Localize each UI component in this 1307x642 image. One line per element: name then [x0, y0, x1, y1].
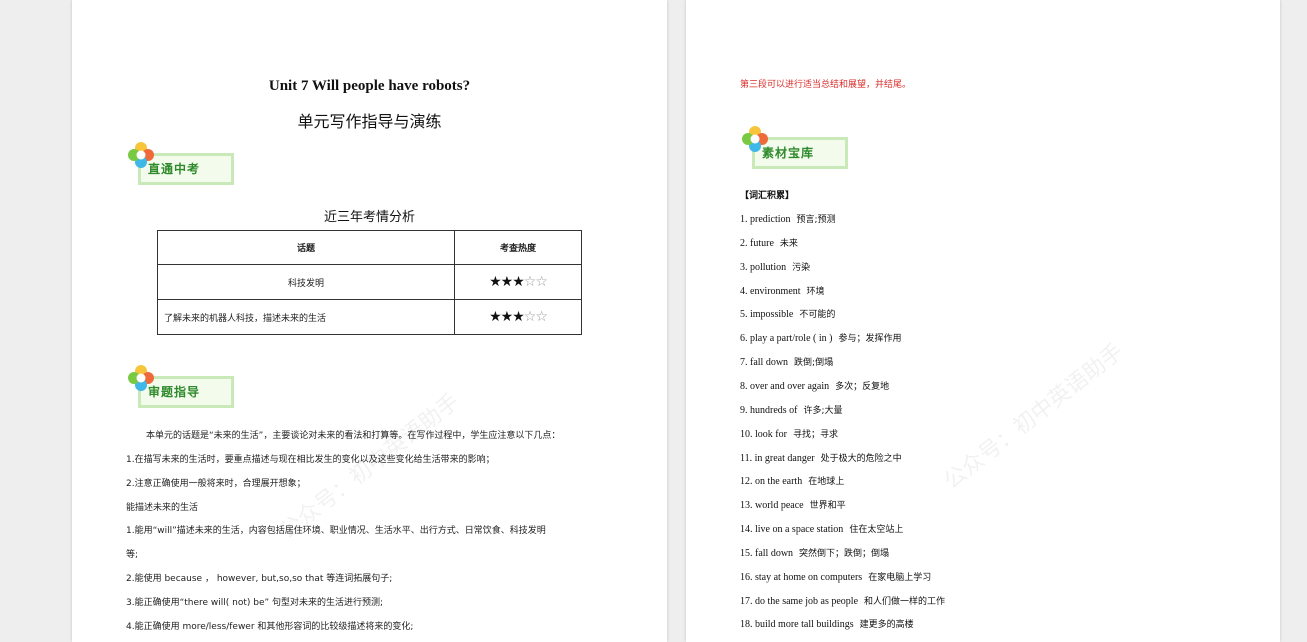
paragraph-line: 2.注意正确使用一般将来时，合理展开想象； [126, 479, 306, 489]
paragraph-line: 2.能使用 because ， however, but,so,so that … [126, 574, 393, 584]
vocab-item: 17. do the same job as people 和人们做一样的工作 [740, 594, 945, 607]
vocab-meaning: 住在太空站上 [849, 525, 904, 536]
paragraph-line: 1.能用“will”描述未来的生活，内容包括居住环境、职业情况、生活水平、出行方… [126, 526, 546, 536]
star-rating: ★★★☆☆ [489, 309, 548, 325]
paragraph-line: 本单元的话题是“未来的生活”，主要谈论对未来的看法和打算等。在写作过程中，学生应… [146, 431, 561, 441]
topic-cell: 科技发明 [157, 264, 455, 300]
vocab-term: 14. live on a space station [740, 524, 844, 536]
table-row: 了解未来的机器人科技，描述未来的生活 ★★★☆☆ [157, 299, 582, 335]
exam-analysis-table: 话题 考查热度 科技发明 ★★★☆☆ 了解未来的机器人科技，描述未来的生活 ★★… [157, 230, 582, 335]
paragraph-line: 3.能正确使用“there will( not) be” 句型对未来的生活进行预… [126, 598, 384, 608]
vocab-item: 2. future 未来 [740, 236, 798, 249]
table-caption: 近三年考情分析 [323, 210, 415, 225]
rating-cell: ★★★☆☆ [454, 299, 582, 335]
vocab-item: 12. on the earth 在地球上 [740, 474, 844, 487]
vocab-item: 9. hundreds of 许多;大量 [740, 403, 843, 416]
vocab-item: 6. play a part/role ( in ) 参与；发挥作用 [740, 331, 901, 344]
vocab-meaning: 突然倒下；跌倒；倒塌 [799, 548, 890, 559]
vocab-term: 6. play a part/role ( in ) [740, 333, 833, 345]
vocab-term: 7. fall down [740, 357, 789, 369]
vocab-item: 11. in great danger 处于极大的危险之中 [740, 451, 902, 464]
vocab-meaning: 跌倒;倒塌 [794, 358, 834, 369]
vocab-meaning: 许多;大量 [803, 405, 843, 416]
star-rating: ★★★☆☆ [489, 274, 548, 290]
table-header: 话题 [157, 230, 455, 265]
vocab-meaning: 建更多的高楼 [859, 620, 914, 631]
vocab-meaning: 预言;预测 [796, 215, 836, 225]
section-banner-guide: 审题指导 [126, 363, 241, 415]
vocab-item: 5. impossible 不可能的 [740, 307, 835, 320]
banner-label: 审题指导 [148, 385, 201, 399]
vocab-meaning: 多次；反复地 [835, 381, 890, 392]
vocab-item: 16. stay at home on computers 在家电脑上学习 [740, 570, 931, 583]
table-header: 考查热度 [454, 230, 582, 265]
unit-title: Unit 7 Will people have robots? [268, 78, 471, 94]
table-row: 科技发明 ★★★☆☆ [157, 264, 582, 300]
vocab-meaning: 未来 [779, 238, 798, 249]
paragraph-note: 第三段可以进行适当总结和展望，并结尾。 [740, 80, 912, 90]
vocab-term: 4. environment [740, 285, 801, 297]
vocab-term: 9. hundreds of [740, 404, 798, 416]
watermark: 公众号：初中英语助手 [939, 339, 1129, 495]
vocab-meaning: 在地球上 [808, 477, 845, 488]
vocab-meaning: 和人们做一样的工作 [864, 596, 946, 607]
vocab-heading: 【词汇积累】 [740, 191, 795, 201]
document-page-left: Unit 7 Will people have robots? 单元写作指导与演… [72, 0, 667, 642]
rating-cell: ★★★☆☆ [454, 264, 582, 300]
vocab-meaning: 环境 [806, 286, 825, 297]
section-banner-exam: 直通中考 [126, 140, 241, 192]
vocab-item: 15. fall down 突然倒下；跌倒；倒塌 [740, 546, 889, 559]
vocab-item: 18. build more tall buildings 建更多的高楼 [740, 617, 914, 630]
vocab-term: 3. pollution [740, 261, 787, 273]
unit-subtitle: 单元写作指导与演练 [297, 112, 442, 131]
document-page-right: 第三段可以进行适当总结和展望，并结尾。 素材宝库 【词汇积累】 公众号：初中英语… [686, 0, 1280, 642]
vocab-term: 18. build more tall buildings [740, 619, 854, 631]
vocab-meaning: 世界和平 [809, 501, 846, 512]
vocab-item: 14. live on a space station 住在太空站上 [740, 522, 903, 535]
paragraph-line: 等; [126, 550, 139, 560]
vocab-term: 2. future [740, 237, 774, 249]
vocab-term: 1. prediction [740, 214, 791, 225]
vocab-term: 15. fall down [740, 547, 794, 559]
topic-cell: 了解未来的机器人科技，描述未来的生活 [157, 299, 455, 335]
banner-label: 素材宝库 [762, 146, 815, 160]
vocab-meaning: 参与；发挥作用 [838, 334, 902, 345]
vocab-meaning: 处于极大的危险之中 [820, 453, 902, 464]
vocab-meaning: 在家电脑上学习 [868, 572, 932, 583]
vocab-item: 7. fall down 跌倒;倒塌 [740, 355, 833, 368]
vocab-meaning: 不可能的 [799, 310, 836, 321]
vocab-term: 17. do the same job as people [740, 595, 859, 607]
vocab-item: 3. pollution 污染 [740, 260, 810, 273]
vocab-item: 4. environment 环境 [740, 284, 825, 297]
paragraph-line: 1.在描写未来的生活时，要重点描述与现在相比发生的变化以及这些变化给生活带来的影… [126, 455, 495, 465]
section-banner-materials: 素材宝库 [740, 124, 855, 176]
vocab-item: 10. look for 寻找；寻求 [740, 427, 838, 440]
vocab-meaning: 寻找；寻求 [792, 429, 838, 440]
table-header-row: 话题 考查热度 [157, 230, 582, 265]
vocab-term: 11. in great danger [740, 452, 815, 464]
vocab-term: 12. on the earth [740, 476, 803, 488]
vocab-term: 8. over and over again [740, 380, 830, 392]
paragraph-line: 能描述未来的生活 [126, 503, 199, 513]
vocab-term: 16. stay at home on computers [740, 571, 863, 583]
vocab-term: 5. impossible [740, 309, 794, 321]
vocab-term: 10. look for [740, 428, 787, 440]
paragraph-line: 4.能正确使用 more/less/fewer 和其他形容词的比较级描述将来的变… [126, 622, 414, 632]
vocab-item: 1. prediction 预言;预测 [740, 212, 836, 225]
banner-label: 直通中考 [148, 162, 201, 176]
vocab-item: 13. world peace 世界和平 [740, 498, 846, 511]
vocab-item: 8. over and over again 多次；反复地 [740, 379, 889, 392]
vocab-meaning: 污染 [792, 262, 811, 273]
vocab-term: 13. world peace [740, 500, 804, 512]
